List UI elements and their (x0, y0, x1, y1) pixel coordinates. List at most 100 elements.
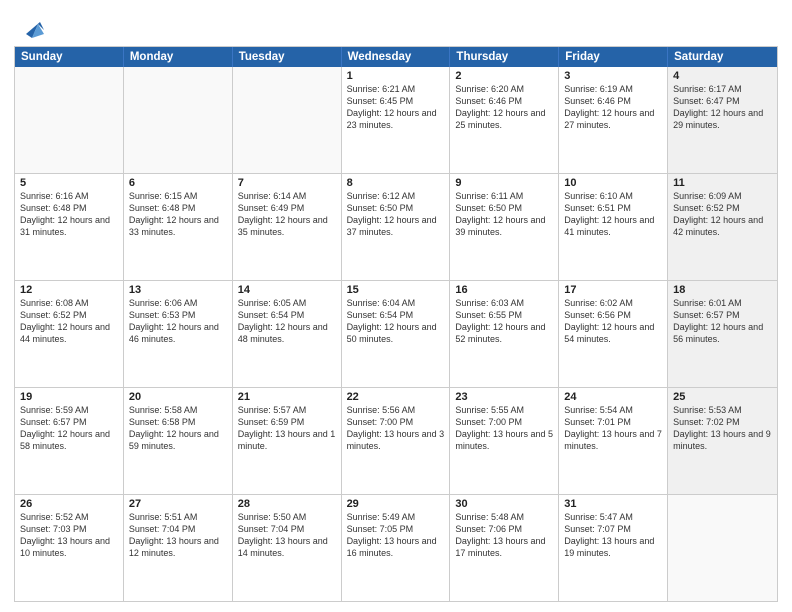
calendar-cell: 18Sunrise: 6:01 AM Sunset: 6:57 PM Dayli… (668, 281, 777, 387)
day-number: 8 (347, 177, 445, 189)
calendar-cell: 27Sunrise: 5:51 AM Sunset: 7:04 PM Dayli… (124, 495, 233, 601)
day-number: 24 (564, 391, 662, 403)
calendar-body: 1Sunrise: 6:21 AM Sunset: 6:45 PM Daylig… (15, 67, 777, 601)
cell-text: Sunrise: 6:01 AM Sunset: 6:57 PM Dayligh… (673, 297, 772, 346)
day-number: 16 (455, 284, 553, 296)
day-number: 22 (347, 391, 445, 403)
cell-text: Sunrise: 5:51 AM Sunset: 7:04 PM Dayligh… (129, 511, 227, 560)
calendar-cell: 25Sunrise: 5:53 AM Sunset: 7:02 PM Dayli… (668, 388, 777, 494)
cell-text: Sunrise: 6:04 AM Sunset: 6:54 PM Dayligh… (347, 297, 445, 346)
cell-text: Sunrise: 6:20 AM Sunset: 6:46 PM Dayligh… (455, 83, 553, 132)
day-number: 7 (238, 177, 336, 189)
day-number: 13 (129, 284, 227, 296)
day-number: 21 (238, 391, 336, 403)
day-number: 25 (673, 391, 772, 403)
calendar-cell: 29Sunrise: 5:49 AM Sunset: 7:05 PM Dayli… (342, 495, 451, 601)
calendar-row: 5Sunrise: 6:16 AM Sunset: 6:48 PM Daylig… (15, 174, 777, 281)
calendar-cell: 6Sunrise: 6:15 AM Sunset: 6:48 PM Daylig… (124, 174, 233, 280)
calendar-cell: 14Sunrise: 6:05 AM Sunset: 6:54 PM Dayli… (233, 281, 342, 387)
calendar-cell: 17Sunrise: 6:02 AM Sunset: 6:56 PM Dayli… (559, 281, 668, 387)
cell-text: Sunrise: 5:50 AM Sunset: 7:04 PM Dayligh… (238, 511, 336, 560)
calendar-cell: 19Sunrise: 5:59 AM Sunset: 6:57 PM Dayli… (15, 388, 124, 494)
cell-text: Sunrise: 6:02 AM Sunset: 6:56 PM Dayligh… (564, 297, 662, 346)
calendar-cell: 26Sunrise: 5:52 AM Sunset: 7:03 PM Dayli… (15, 495, 124, 601)
calendar-row: 1Sunrise: 6:21 AM Sunset: 6:45 PM Daylig… (15, 67, 777, 174)
day-number: 30 (455, 498, 553, 510)
cell-text: Sunrise: 6:08 AM Sunset: 6:52 PM Dayligh… (20, 297, 118, 346)
cell-text: Sunrise: 6:11 AM Sunset: 6:50 PM Dayligh… (455, 190, 553, 239)
calendar-cell: 22Sunrise: 5:56 AM Sunset: 7:00 PM Dayli… (342, 388, 451, 494)
cell-text: Sunrise: 6:09 AM Sunset: 6:52 PM Dayligh… (673, 190, 772, 239)
calendar-cell: 24Sunrise: 5:54 AM Sunset: 7:01 PM Dayli… (559, 388, 668, 494)
day-number: 17 (564, 284, 662, 296)
calendar-header-row: SundayMondayTuesdayWednesdayThursdayFrid… (15, 47, 777, 67)
cell-text: Sunrise: 5:59 AM Sunset: 6:57 PM Dayligh… (20, 404, 118, 453)
calendar-cell: 8Sunrise: 6:12 AM Sunset: 6:50 PM Daylig… (342, 174, 451, 280)
calendar-header-cell: Monday (124, 47, 233, 67)
calendar-cell (668, 495, 777, 601)
header (14, 10, 778, 42)
calendar-cell: 7Sunrise: 6:14 AM Sunset: 6:49 PM Daylig… (233, 174, 342, 280)
calendar-header-cell: Friday (559, 47, 668, 67)
cell-text: Sunrise: 6:17 AM Sunset: 6:47 PM Dayligh… (673, 83, 772, 132)
calendar-cell: 2Sunrise: 6:20 AM Sunset: 6:46 PM Daylig… (450, 67, 559, 173)
calendar-cell (124, 67, 233, 173)
calendar-cell: 4Sunrise: 6:17 AM Sunset: 6:47 PM Daylig… (668, 67, 777, 173)
cell-text: Sunrise: 5:54 AM Sunset: 7:01 PM Dayligh… (564, 404, 662, 453)
cell-text: Sunrise: 6:10 AM Sunset: 6:51 PM Dayligh… (564, 190, 662, 239)
cell-text: Sunrise: 6:03 AM Sunset: 6:55 PM Dayligh… (455, 297, 553, 346)
calendar: SundayMondayTuesdayWednesdayThursdayFrid… (14, 46, 778, 602)
calendar-cell: 30Sunrise: 5:48 AM Sunset: 7:06 PM Dayli… (450, 495, 559, 601)
calendar-cell: 5Sunrise: 6:16 AM Sunset: 6:48 PM Daylig… (15, 174, 124, 280)
calendar-header-cell: Wednesday (342, 47, 451, 67)
day-number: 28 (238, 498, 336, 510)
calendar-cell: 1Sunrise: 6:21 AM Sunset: 6:45 PM Daylig… (342, 67, 451, 173)
cell-text: Sunrise: 6:06 AM Sunset: 6:53 PM Dayligh… (129, 297, 227, 346)
day-number: 2 (455, 70, 553, 82)
day-number: 11 (673, 177, 772, 189)
calendar-header-cell: Sunday (15, 47, 124, 67)
day-number: 4 (673, 70, 772, 82)
cell-text: Sunrise: 5:55 AM Sunset: 7:00 PM Dayligh… (455, 404, 553, 453)
day-number: 20 (129, 391, 227, 403)
day-number: 15 (347, 284, 445, 296)
logo (14, 12, 48, 42)
cell-text: Sunrise: 6:14 AM Sunset: 6:49 PM Dayligh… (238, 190, 336, 239)
cell-text: Sunrise: 5:49 AM Sunset: 7:05 PM Dayligh… (347, 511, 445, 560)
day-number: 9 (455, 177, 553, 189)
logo-icon (18, 12, 48, 42)
calendar-cell: 16Sunrise: 6:03 AM Sunset: 6:55 PM Dayli… (450, 281, 559, 387)
calendar-row: 26Sunrise: 5:52 AM Sunset: 7:03 PM Dayli… (15, 495, 777, 601)
cell-text: Sunrise: 5:47 AM Sunset: 7:07 PM Dayligh… (564, 511, 662, 560)
cell-text: Sunrise: 6:21 AM Sunset: 6:45 PM Dayligh… (347, 83, 445, 132)
calendar-header-cell: Saturday (668, 47, 777, 67)
calendar-cell: 28Sunrise: 5:50 AM Sunset: 7:04 PM Dayli… (233, 495, 342, 601)
day-number: 14 (238, 284, 336, 296)
day-number: 27 (129, 498, 227, 510)
page: SundayMondayTuesdayWednesdayThursdayFrid… (0, 0, 792, 612)
calendar-cell: 15Sunrise: 6:04 AM Sunset: 6:54 PM Dayli… (342, 281, 451, 387)
calendar-cell: 31Sunrise: 5:47 AM Sunset: 7:07 PM Dayli… (559, 495, 668, 601)
cell-text: Sunrise: 6:05 AM Sunset: 6:54 PM Dayligh… (238, 297, 336, 346)
calendar-cell: 11Sunrise: 6:09 AM Sunset: 6:52 PM Dayli… (668, 174, 777, 280)
day-number: 31 (564, 498, 662, 510)
cell-text: Sunrise: 6:19 AM Sunset: 6:46 PM Dayligh… (564, 83, 662, 132)
calendar-cell: 12Sunrise: 6:08 AM Sunset: 6:52 PM Dayli… (15, 281, 124, 387)
calendar-cell (15, 67, 124, 173)
calendar-cell: 20Sunrise: 5:58 AM Sunset: 6:58 PM Dayli… (124, 388, 233, 494)
calendar-header-cell: Thursday (450, 47, 559, 67)
cell-text: Sunrise: 5:48 AM Sunset: 7:06 PM Dayligh… (455, 511, 553, 560)
day-number: 19 (20, 391, 118, 403)
day-number: 26 (20, 498, 118, 510)
calendar-cell: 3Sunrise: 6:19 AM Sunset: 6:46 PM Daylig… (559, 67, 668, 173)
cell-text: Sunrise: 6:15 AM Sunset: 6:48 PM Dayligh… (129, 190, 227, 239)
cell-text: Sunrise: 5:53 AM Sunset: 7:02 PM Dayligh… (673, 404, 772, 453)
day-number: 6 (129, 177, 227, 189)
calendar-row: 19Sunrise: 5:59 AM Sunset: 6:57 PM Dayli… (15, 388, 777, 495)
day-number: 10 (564, 177, 662, 189)
calendar-cell: 23Sunrise: 5:55 AM Sunset: 7:00 PM Dayli… (450, 388, 559, 494)
day-number: 18 (673, 284, 772, 296)
calendar-cell (233, 67, 342, 173)
cell-text: Sunrise: 5:52 AM Sunset: 7:03 PM Dayligh… (20, 511, 118, 560)
day-number: 29 (347, 498, 445, 510)
